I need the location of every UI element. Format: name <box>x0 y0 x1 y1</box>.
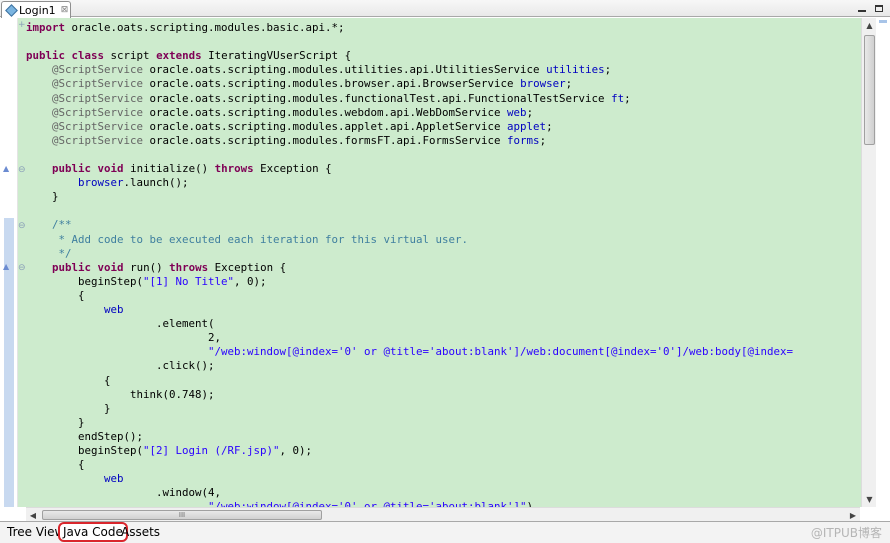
vertical-scrollbar[interactable]: ▲ ▼ <box>861 18 876 507</box>
window-controls <box>856 0 884 17</box>
code-line[interactable]: { <box>26 289 85 303</box>
code-line[interactable]: .window(4, <box>26 486 221 500</box>
fold-collapse-icon[interactable]: ⊖ <box>18 166 26 175</box>
code-area[interactable]: import oracle.oats.scripting.modules.bas… <box>26 18 860 507</box>
code-line[interactable]: "/web:window[@index='0' or @title='about… <box>26 500 533 507</box>
code-line[interactable]: public void run() throws Exception { <box>26 261 286 275</box>
minimize-icon[interactable] <box>856 3 867 14</box>
close-icon[interactable]: ⊠ <box>61 3 69 18</box>
code-line[interactable]: 2, <box>26 331 221 345</box>
fold-expand-icon[interactable]: + <box>18 21 26 30</box>
override-marker-icon: ▲ <box>3 164 10 173</box>
hscroll-spacer <box>0 507 26 521</box>
code-line[interactable]: @ScriptService oracle.oats.scripting.mod… <box>26 120 553 134</box>
code-line[interactable]: endStep(); <box>26 430 143 444</box>
fold-collapse-icon[interactable]: ⊖ <box>18 264 26 273</box>
code-line[interactable]: import oracle.oats.scripting.modules.bas… <box>26 21 345 35</box>
editor-gutter: ▲ ▲ <box>0 18 18 507</box>
code-line[interactable]: * Add code to be executed each iteration… <box>26 233 469 247</box>
code-line[interactable]: beginStep("[2] Login (/RF.jsp)", 0); <box>26 444 312 458</box>
code-line[interactable]: "/web:window[@index='0' or @title='about… <box>26 345 793 359</box>
scroll-grip: III <box>178 511 186 519</box>
script-file-icon <box>6 5 16 15</box>
code-line[interactable]: */ <box>26 247 72 261</box>
code-line[interactable]: think(0.748); <box>26 388 215 402</box>
code-line[interactable]: web <box>26 303 124 317</box>
code-line[interactable]: @ScriptService oracle.oats.scripting.mod… <box>26 106 533 120</box>
scroll-down-icon[interactable]: ▼ <box>862 492 877 507</box>
scroll-right-icon[interactable]: ▶ <box>846 508 860 522</box>
code-line[interactable]: beginStep("[1] No Title", 0); <box>26 275 267 289</box>
code-line[interactable]: { <box>26 374 111 388</box>
code-line[interactable]: @ScriptService oracle.oats.scripting.mod… <box>26 77 572 91</box>
tab-assets[interactable]: Assets <box>118 522 163 542</box>
code-line[interactable]: { <box>26 458 85 472</box>
code-line[interactable]: @ScriptService oracle.oats.scripting.mod… <box>26 92 631 106</box>
code-line[interactable]: .click(); <box>26 359 215 373</box>
overview-mark[interactable] <box>879 20 887 23</box>
override-marker-icon: ▲ <box>3 262 10 271</box>
scroll-left-icon[interactable]: ◀ <box>26 508 40 522</box>
code-line[interactable]: .element( <box>26 317 215 331</box>
editor-tab-login1[interactable]: Login1 ⊠ <box>1 1 71 18</box>
code-line[interactable]: browser.launch(); <box>26 176 189 190</box>
maximize-icon[interactable] <box>873 3 884 14</box>
java-code-editor[interactable]: ▲ ▲ + ⊖ ⊖ ⊖ import oracle.oats.scripting… <box>0 18 890 507</box>
code-line[interactable]: @ScriptService oracle.oats.scripting.mod… <box>26 63 611 77</box>
overview-ruler <box>876 18 890 507</box>
watermark: @ITPUB博客 <box>810 526 882 540</box>
horizontal-scrollbar[interactable]: ◀ III ▶ <box>26 507 860 521</box>
scroll-up-icon[interactable]: ▲ <box>862 18 877 33</box>
view-tab-bar: Tree View Java Code Assets <box>0 521 890 543</box>
code-line[interactable]: web <box>26 472 124 486</box>
vertical-scroll-thumb[interactable] <box>864 35 875 145</box>
code-line[interactable]: public class script extends IteratingVUs… <box>26 49 351 63</box>
fold-collapse-icon[interactable]: ⊖ <box>18 222 26 231</box>
code-line[interactable]: } <box>26 416 85 430</box>
code-line[interactable]: public void initialize() throws Exceptio… <box>26 162 332 176</box>
editor-tab-title: Login1 <box>19 3 56 17</box>
code-line[interactable]: @ScriptService oracle.oats.scripting.mod… <box>26 134 546 148</box>
horizontal-scroll-thumb[interactable]: III <box>42 510 322 520</box>
code-line[interactable]: } <box>26 190 59 204</box>
code-line[interactable]: } <box>26 402 111 416</box>
editor-tab-bar: Login1 ⊠ <box>0 0 890 18</box>
code-line[interactable]: /** <box>26 218 72 232</box>
